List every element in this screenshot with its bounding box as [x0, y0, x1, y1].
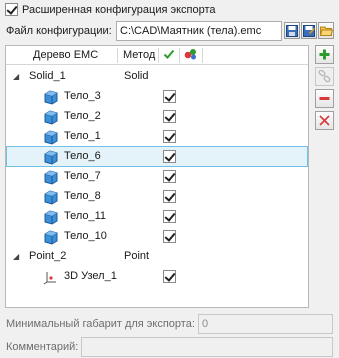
cube-icon [44, 150, 58, 165]
tree-row[interactable]: Тело_1 [7, 127, 307, 147]
item-checkbox[interactable] [163, 150, 176, 163]
group-label: Point_2 [29, 250, 67, 262]
item-label: Тело_10 [64, 230, 107, 242]
tree-row[interactable]: Тело_7 [7, 167, 307, 187]
tree-group-solid[interactable]: ◢ Solid_1 Solid [7, 67, 307, 87]
comment-label: Комментарий: [6, 341, 79, 353]
item-label: Тело_8 [64, 190, 101, 202]
expand-arrow-icon[interactable]: ◢ [13, 72, 19, 81]
tree-row[interactable]: Тело_8 [7, 187, 307, 207]
cube-icon [44, 110, 58, 125]
cube-icon [44, 90, 58, 105]
item-label: Тело_3 [64, 90, 101, 102]
open-folder-button[interactable] [318, 22, 334, 39]
tree-row[interactable]: 3D Узел_1 [7, 267, 307, 287]
ems-tree-panel[interactable]: Дерево ЕМС Метод ◢ Solid_1 Solid Тело_3 … [5, 45, 309, 308]
expand-arrow-icon[interactable]: ◢ [13, 252, 19, 261]
delete-button[interactable] [315, 111, 334, 130]
column-header-check[interactable] [163, 48, 175, 67]
cube-icon [44, 230, 58, 245]
tree-group-point[interactable]: ◢ Point_2 Point [7, 247, 307, 267]
green-check-icon [163, 49, 175, 59]
extended-config-label: Расширенная конфигурация экспорта [22, 3, 216, 16]
item-checkbox[interactable] [163, 90, 176, 103]
open-folder-icon [319, 26, 333, 36]
column-header-tree[interactable]: Дерево ЕМС [33, 46, 98, 65]
min-size-field[interactable]: 0 [198, 314, 333, 334]
item-checkbox[interactable] [163, 210, 176, 223]
cube-icon [44, 210, 58, 225]
remove-button[interactable] [315, 89, 334, 108]
tree-row[interactable]: Тело_11 [7, 207, 307, 227]
tree-row[interactable]: Тело_2 [7, 107, 307, 127]
item-checkbox[interactable] [163, 110, 176, 123]
red-x-icon [319, 115, 330, 126]
tree-row[interactable]: Тело_3 [7, 87, 307, 107]
column-header-color[interactable] [184, 47, 198, 66]
comment-field[interactable] [81, 337, 333, 357]
item-label: Тело_1 [64, 130, 101, 142]
link-button[interactable] [315, 67, 334, 86]
save-as-icon [303, 24, 315, 37]
tree-row-selected[interactable]: Тело_6 [6, 146, 308, 167]
extended-config-checkbox[interactable] [5, 3, 18, 16]
plus-icon [319, 49, 330, 60]
save-as-button[interactable] [301, 22, 317, 39]
minus-icon [319, 97, 330, 100]
group-method: Point [124, 250, 150, 262]
group-method: Solid [124, 70, 149, 82]
group-label: Solid_1 [29, 70, 66, 82]
config-file-field[interactable]: C:\CAD\Маятник (тела).emc [116, 21, 282, 41]
item-label: Тело_2 [64, 110, 101, 122]
config-file-label: Файл конфигурации: [6, 25, 112, 37]
item-label: 3D Узел_1 [64, 270, 117, 282]
save-icon [286, 24, 298, 37]
item-label: Тело_7 [64, 170, 101, 182]
extended-config-checkbox-row[interactable]: Расширенная конфигурация экспорта [5, 3, 216, 16]
column-header-method[interactable]: Метод [123, 46, 155, 65]
chain-link-icon [318, 70, 331, 83]
item-label: Тело_11 [64, 210, 107, 222]
cube-icon [44, 170, 58, 185]
item-checkbox[interactable] [163, 230, 176, 243]
item-checkbox[interactable] [163, 170, 176, 183]
tree-header: Дерево ЕМС Метод [6, 46, 308, 65]
tree-row[interactable]: Тело_10 [7, 227, 307, 247]
add-button[interactable] [315, 45, 334, 64]
item-label: Тело_6 [64, 150, 101, 162]
item-checkbox[interactable] [163, 190, 176, 203]
color-balls-icon [184, 49, 196, 60]
item-checkbox[interactable] [163, 270, 176, 283]
cube-icon [44, 190, 58, 205]
cube-icon [44, 130, 58, 145]
save-button[interactable] [284, 22, 300, 39]
config-file-buttons [284, 22, 334, 39]
item-checkbox[interactable] [163, 130, 176, 143]
min-size-label: Минимальный габарит для экспорта: [6, 318, 195, 330]
node-3d-icon [43, 272, 56, 285]
